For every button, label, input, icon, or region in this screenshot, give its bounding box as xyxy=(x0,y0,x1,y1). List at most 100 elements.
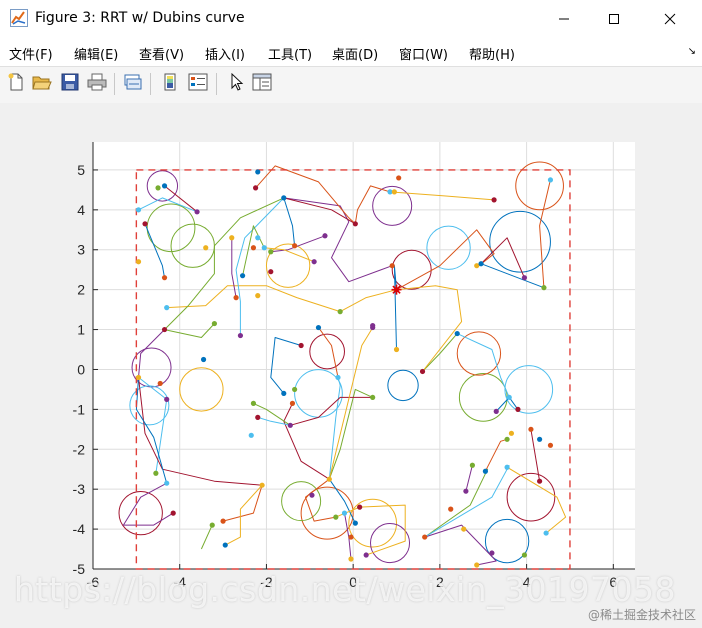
tree-node xyxy=(259,482,265,488)
y-tick-label: 3 xyxy=(77,242,85,258)
tree-node xyxy=(357,504,363,510)
tree-node xyxy=(135,374,142,381)
minimize-button[interactable] xyxy=(538,0,590,38)
menu-view[interactable]: 查看(V) xyxy=(139,44,184,63)
select-arrow-icon xyxy=(228,72,244,95)
tree-node xyxy=(253,185,259,191)
tree-node xyxy=(493,408,499,414)
select-button[interactable] xyxy=(224,72,248,96)
tree-node xyxy=(448,506,454,512)
tree-node xyxy=(474,562,480,568)
close-button[interactable] xyxy=(644,0,696,38)
tree-node xyxy=(142,221,148,227)
y-tick-label: -2 xyxy=(73,441,86,457)
tree-node xyxy=(220,518,226,524)
tree-node xyxy=(161,275,168,281)
tree-node xyxy=(255,235,261,241)
dock-arrow-icon[interactable]: ↘ xyxy=(688,46,696,57)
tree-node xyxy=(333,514,339,520)
menu-insert[interactable]: 插入(I) xyxy=(205,44,245,63)
link-plot-button[interactable] xyxy=(121,72,145,96)
tree-node xyxy=(255,293,261,299)
tree-node xyxy=(164,480,170,486)
toolbar-separator xyxy=(216,73,217,95)
tree-node xyxy=(209,522,215,528)
x-tick-label: 4 xyxy=(523,574,531,590)
matlab-figure-icon xyxy=(10,9,28,27)
maximize-icon xyxy=(608,10,620,29)
tree-node xyxy=(504,436,510,442)
tree-node xyxy=(261,245,267,251)
insert-legend-button[interactable] xyxy=(186,72,210,96)
corner-watermark: @稀土掘金技术社区 xyxy=(587,608,696,622)
y-tick-label: -3 xyxy=(73,481,86,497)
save-icon xyxy=(61,73,79,95)
tree-node xyxy=(389,263,395,269)
menu-window[interactable]: 窗口(W) xyxy=(399,44,448,63)
print-button[interactable] xyxy=(85,72,109,96)
save-button[interactable] xyxy=(58,72,82,96)
insert-colorbar-button[interactable] xyxy=(158,72,182,96)
x-tick-label: 2 xyxy=(436,574,444,590)
tree-node xyxy=(370,324,376,331)
tree-node xyxy=(461,526,467,532)
close-icon xyxy=(664,10,676,29)
tree-node xyxy=(250,245,257,251)
y-tick-label: 1 xyxy=(77,322,85,338)
tree-node xyxy=(135,207,142,213)
y-tick-label: -4 xyxy=(73,521,86,537)
tree-node xyxy=(391,189,397,195)
open-file-button[interactable] xyxy=(30,72,54,96)
print-icon xyxy=(87,73,107,95)
window-title: Figure 3: RRT w/ Dubins curve xyxy=(35,10,245,26)
menu-help[interactable]: 帮助(H) xyxy=(469,44,515,63)
tree-node xyxy=(454,330,460,337)
figure-canvas: -6 -4 -2 0 2 4 6 5 4 3 2 1 0 -1 -2 -3 -4 -5 xyxy=(0,103,702,628)
property-inspector-icon xyxy=(252,73,272,95)
menu-edit[interactable]: 编辑(E) xyxy=(74,44,118,63)
tree-node xyxy=(281,390,287,397)
property-inspector-button[interactable] xyxy=(250,72,274,96)
tree-node xyxy=(363,552,369,558)
tree-node xyxy=(348,534,354,540)
tree-node xyxy=(528,426,534,432)
tree-node xyxy=(341,510,348,516)
tree-node xyxy=(255,414,261,420)
colorbar-icon xyxy=(162,73,178,95)
figure-toolbar xyxy=(0,66,702,104)
tree-node xyxy=(489,550,495,556)
tree-node xyxy=(393,346,400,353)
tree-node xyxy=(521,552,528,558)
tree-node xyxy=(348,556,354,562)
new-figure-button[interactable] xyxy=(4,72,28,96)
tree-node xyxy=(504,464,510,470)
tree-node xyxy=(292,243,298,249)
tree-node xyxy=(268,269,274,275)
x-tick-label: -4 xyxy=(173,574,186,590)
tree-node xyxy=(155,185,161,191)
tree-node xyxy=(478,261,484,267)
tree-node xyxy=(268,249,274,255)
menu-file[interactable]: 文件(F) xyxy=(9,44,53,63)
tree-node xyxy=(370,394,376,401)
tree-node xyxy=(239,273,246,279)
tree-node xyxy=(289,400,296,406)
tree-node xyxy=(521,275,528,281)
maximize-button[interactable] xyxy=(588,0,640,38)
tree-node xyxy=(309,492,315,498)
menu-desktop[interactable]: 桌面(D) xyxy=(332,44,378,63)
tree-node xyxy=(237,332,244,339)
tree-node xyxy=(482,468,489,474)
tree-node xyxy=(248,432,254,438)
link-plot-icon xyxy=(123,73,143,95)
x-tick-label: 6 xyxy=(609,574,617,590)
tree-node xyxy=(157,380,163,387)
title-bar: Figure 3: RRT w/ Dubins curve xyxy=(0,0,702,38)
tree-node xyxy=(161,326,168,333)
y-tick-label: -1 xyxy=(73,401,86,417)
rrt-dubins-plot[interactable]: -6 -4 -2 0 2 4 6 5 4 3 2 1 0 -1 -2 -3 -4 -5 xyxy=(0,103,702,628)
tree-node xyxy=(287,422,293,428)
menu-tools[interactable]: 工具(T) xyxy=(268,44,312,63)
toolbar-separator xyxy=(114,73,115,95)
open-file-icon xyxy=(32,73,52,95)
